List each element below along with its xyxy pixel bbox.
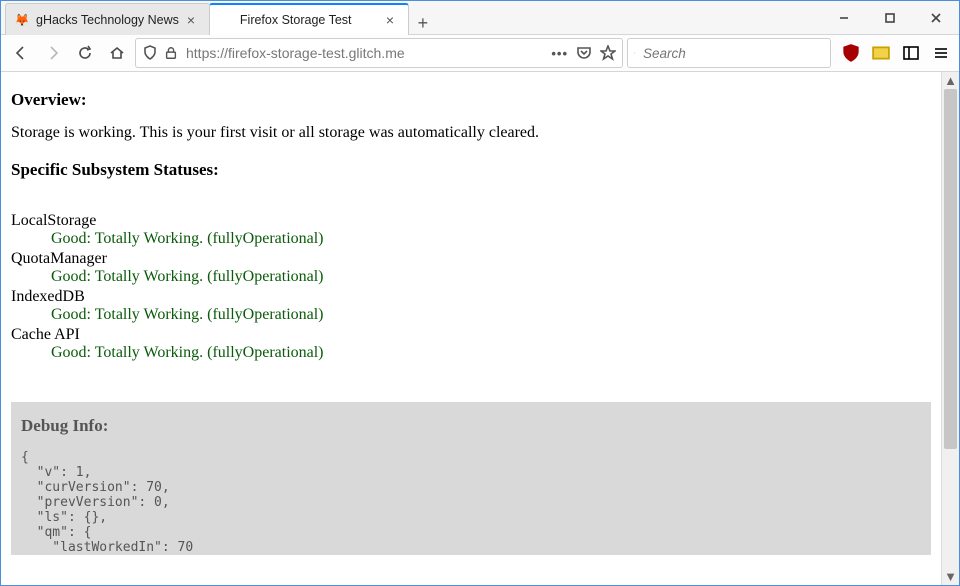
subsystem-quotamanager: QuotaManager Good: Totally Working. (ful… xyxy=(11,250,931,286)
search-icon xyxy=(634,46,635,60)
back-button[interactable] xyxy=(7,39,35,67)
maximize-button[interactable] xyxy=(867,1,913,34)
search-bar[interactable] xyxy=(627,38,831,68)
home-button[interactable] xyxy=(103,39,131,67)
lock-icon xyxy=(164,46,178,60)
flagfox-icon[interactable] xyxy=(869,41,893,65)
scroll-up-arrow-icon[interactable]: ▲ xyxy=(942,72,959,89)
forward-button[interactable] xyxy=(39,39,67,67)
subsystem-status: Good: Totally Working. (fullyOperational… xyxy=(51,268,931,286)
scroll-thumb[interactable] xyxy=(944,89,957,449)
debug-json: { "v": 1, "curVersion": 70, "prevVersion… xyxy=(21,450,921,555)
subsystem-status: Good: Totally Working. (fullyOperational… xyxy=(51,230,931,248)
tab-ghacks[interactable]: 🦊 gHacks Technology News × xyxy=(5,3,210,35)
subsystem-cacheapi: Cache API Good: Totally Working. (fullyO… xyxy=(11,326,931,362)
url-input[interactable] xyxy=(184,44,545,62)
overview-text: Storage is working. This is your first v… xyxy=(11,124,931,142)
nav-toolbar: ••• xyxy=(1,35,959,72)
browser-window: 🦊 gHacks Technology News × Firefox Stora… xyxy=(0,0,960,586)
tracking-protection-icon xyxy=(142,45,158,61)
new-tab-button[interactable]: + xyxy=(408,13,438,34)
favicon-icon xyxy=(218,12,234,28)
subsystem-name: IndexedDB xyxy=(11,288,931,306)
titlebar: 🦊 gHacks Technology News × Firefox Stora… xyxy=(1,1,959,35)
subsystem-name: Cache API xyxy=(11,326,931,344)
url-bar[interactable]: ••• xyxy=(135,38,623,68)
viewport: Overview: Storage is working. This is yo… xyxy=(1,72,959,585)
identity-box[interactable] xyxy=(142,45,178,61)
toolbar-extensions xyxy=(839,41,953,65)
subsystem-indexeddb: IndexedDB Good: Totally Working. (fullyO… xyxy=(11,288,931,324)
tab-strip: 🦊 gHacks Technology News × Firefox Stora… xyxy=(1,1,438,34)
page-actions-more-icon[interactable]: ••• xyxy=(551,46,568,61)
tab-firefox-storage-test[interactable]: Firefox Storage Test × xyxy=(209,3,409,35)
sidebar-icon[interactable] xyxy=(899,41,923,65)
subsystem-name: QuotaManager xyxy=(11,250,931,268)
subsystem-status: Good: Totally Working. (fullyOperational… xyxy=(51,306,931,324)
scroll-down-arrow-icon[interactable]: ▼ xyxy=(942,568,959,585)
subsystem-localstorage: LocalStorage Good: Totally Working. (ful… xyxy=(11,212,931,248)
search-input[interactable] xyxy=(641,45,824,62)
reload-button[interactable] xyxy=(71,39,99,67)
ublock-icon[interactable] xyxy=(839,41,863,65)
tab-label: Firefox Storage Test xyxy=(240,13,378,27)
minimize-button[interactable] xyxy=(821,1,867,34)
window-controls xyxy=(821,1,959,34)
pocket-icon[interactable] xyxy=(576,45,592,61)
favicon-icon: 🦊 xyxy=(14,12,30,28)
close-tab-icon[interactable]: × xyxy=(183,12,199,28)
subsystems-heading: Specific Subsystem Statuses: xyxy=(11,160,931,180)
app-menu-icon[interactable] xyxy=(929,41,953,65)
overview-heading: Overview: xyxy=(11,90,931,110)
debug-section: Debug Info: { "v": 1, "curVersion": 70, … xyxy=(11,402,931,555)
subsystem-status: Good: Totally Working. (fullyOperational… xyxy=(51,344,931,362)
vertical-scrollbar[interactable]: ▲ ▼ xyxy=(941,72,959,585)
close-tab-icon[interactable]: × xyxy=(382,12,398,28)
tab-label: gHacks Technology News xyxy=(36,13,179,27)
debug-heading: Debug Info: xyxy=(21,416,921,436)
subsystem-name: LocalStorage xyxy=(11,212,931,230)
close-window-button[interactable] xyxy=(913,1,959,34)
page-actions: ••• xyxy=(551,45,616,61)
bookmark-star-icon[interactable] xyxy=(600,45,616,61)
page-content: Overview: Storage is working. This is yo… xyxy=(1,72,941,585)
